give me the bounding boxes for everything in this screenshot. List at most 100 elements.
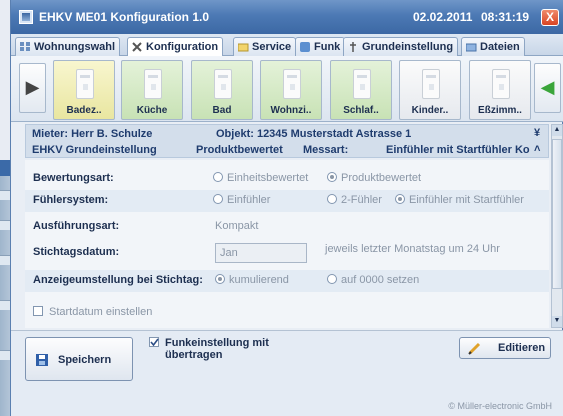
startdatum-row: Startdatum einstellen (25, 302, 549, 324)
bewertungsart-row: Bewertungsart: Einheitsbewertet Produktb… (25, 168, 549, 190)
grid-icon (20, 42, 30, 51)
object-address: Objekt: 12345 Musterstadt Astrasse 1 (216, 128, 412, 140)
folder-icon (238, 43, 249, 52)
tab-label: Grundeinstellung (362, 41, 454, 53)
collapse-icon[interactable]: ¥ (534, 127, 540, 139)
option-einheitsbewertet[interactable]: Einheitsbewertet (213, 172, 308, 184)
base-setting-label: EHKV Grundeinstellung (32, 144, 157, 156)
measurement-type-value: Einfühler mit Startfühler Ko (386, 144, 530, 156)
stichtag-input[interactable]: Jan (215, 243, 307, 263)
previous-room-button[interactable]: ▶ (19, 63, 46, 113)
room-tile[interactable]: Badez.. (53, 60, 115, 120)
room-label: Eßzimm.. (478, 105, 522, 116)
tab-label: Konfiguration (146, 41, 219, 53)
option-label: Einfühler (227, 194, 271, 206)
radio-selected-icon (327, 172, 337, 182)
room-label: Bad (212, 105, 232, 116)
option-2-fuehler[interactable]: 2-Fühler (327, 194, 382, 206)
date-display: 02.02.2011 (413, 10, 473, 24)
settings-icon (350, 42, 356, 52)
option-einfuehler-mit-startfuehler[interactable]: Einfühler mit Startfühler (395, 194, 524, 206)
tab-konfiguration[interactable]: Konfiguration (127, 37, 224, 57)
option-auf-0000-setzen[interactable]: auf 0000 setzen (327, 274, 419, 286)
radio-selected-icon (215, 274, 225, 284)
wireless-icon (300, 42, 310, 52)
radio-icon (213, 194, 223, 204)
window-title: EHKV ME01 Konfiguration 1.0 (39, 10, 210, 24)
room-label: Badez.. (66, 105, 102, 116)
room-label: Wohnzi.. (270, 105, 312, 116)
radiator-device-icon (283, 69, 301, 99)
startdatum-checkbox[interactable]: Startdatum einstellen (33, 306, 152, 318)
option-kumulierend[interactable]: kumulierend (215, 274, 289, 286)
tab-wohnungswahl[interactable]: Wohnungswahl (15, 37, 121, 56)
anzeigeumstellung-label: Anzeigeumstellung bei Stichtag: (33, 274, 203, 286)
option-label: Einfühler mit Startfühler (409, 194, 524, 206)
stichtag-label: Stichtagsdatum: (33, 246, 120, 258)
room-tile[interactable]: Schlaf.. (330, 60, 392, 120)
ausfuehrungsart-label: Ausführungsart: (33, 220, 120, 232)
titlebar: EHKV ME01 Konfiguration 1.0 02.02.2011 0… (11, 0, 563, 34)
ausfuehrungsart-value: Kompakt (215, 220, 259, 232)
room-label: Küche (136, 105, 168, 116)
close-button[interactable]: X (541, 9, 559, 26)
option-label: Produktbewertet (341, 172, 422, 184)
scroll-down-icon[interactable]: ▼ (552, 316, 562, 327)
vertical-scrollbar[interactable]: ▲ ▼ (551, 124, 563, 328)
tab-bar: Wohnungswahl Konfiguration Service Funk … (11, 34, 563, 57)
tab-service[interactable]: Service (233, 37, 297, 56)
room-tile[interactable]: Kinder.. (399, 60, 461, 120)
action-area: Speichern Funkeinstellung mit übertragen… (11, 330, 563, 416)
bewertungsart-label: Bewertungsart: (33, 172, 114, 184)
radiator-device-icon (353, 69, 371, 99)
tab-grundeinstellung[interactable]: Grundeinstellung (343, 37, 459, 56)
radiator-device-icon (214, 69, 232, 99)
evaluation-summary: Produktbewertet (196, 144, 283, 156)
room-tile[interactable]: Wohnzi.. (260, 60, 322, 120)
tab-funk[interactable]: Funk (295, 37, 346, 56)
next-room-button[interactable]: ◀ (534, 63, 561, 113)
option-label: auf 0000 setzen (341, 274, 420, 286)
stichtag-row: Stichtagsdatum: Jan jeweils letzter Mona… (25, 242, 549, 264)
expand-icon[interactable]: ˄ (534, 143, 540, 155)
scroll-thumb[interactable] (552, 139, 562, 289)
room-label: Kinder.. (411, 105, 449, 116)
option-einfuehler[interactable]: Einfühler (213, 194, 270, 206)
fuehlersystem-label: Fühlersystem: (33, 194, 109, 206)
funk-line1: Funkeinstellung mit (165, 337, 269, 349)
radiator-device-icon (76, 69, 94, 99)
anzeigeumstellung-row: Anzeigeumstellung bei Stichtag: kumulier… (25, 270, 549, 292)
funk-checkbox[interactable]: Funkeinstellung mit übertragen (149, 337, 269, 361)
radiator-device-icon (492, 69, 510, 99)
radiator-device-icon (144, 69, 162, 99)
room-tile[interactable]: Bad (191, 60, 253, 120)
option-produktbewertet[interactable]: Produktbewertet (327, 172, 421, 184)
tab-label: Dateien (480, 41, 520, 53)
tab-label: Service (252, 41, 292, 53)
room-label: Schlaf.. (343, 105, 379, 116)
radio-selected-icon (395, 194, 405, 204)
room-tile[interactable]: Küche (121, 60, 183, 120)
copyright-text: © Müller-electronic GmbH (448, 401, 552, 411)
option-label: Einheitsbewertet (227, 172, 309, 184)
floppy-disk-icon (36, 354, 48, 366)
tenant-name: Mieter: Herr B. Schulze (32, 128, 153, 140)
checkbox-icon (33, 306, 43, 316)
files-icon (466, 43, 477, 52)
fuehlersystem-row: Fühlersystem: Einfühler 2-Fühler Einfühl… (25, 190, 549, 212)
room-tile[interactable]: Eßzimm.. (469, 60, 531, 120)
pencil-icon (468, 342, 481, 355)
save-button[interactable]: Speichern (25, 337, 133, 381)
radio-icon (213, 172, 223, 182)
radio-icon (327, 274, 337, 284)
radiator-device-icon (422, 69, 440, 99)
tools-icon (132, 42, 142, 52)
tab-dateien[interactable]: Dateien (461, 37, 525, 56)
time-display: 08:31:19 (481, 10, 530, 24)
funk-line2: übertragen (165, 349, 223, 361)
scroll-up-icon[interactable]: ▲ (552, 125, 562, 136)
stichtag-hint: jeweils letzter Monatstag um 24 Uhr (325, 243, 500, 255)
tab-label: Funk (314, 41, 341, 53)
edit-button[interactable]: Editieren (459, 337, 551, 359)
room-selector: ▶ Badez.. Küche Bad Wohnzi.. Schlaf.. Ki… (11, 56, 563, 122)
